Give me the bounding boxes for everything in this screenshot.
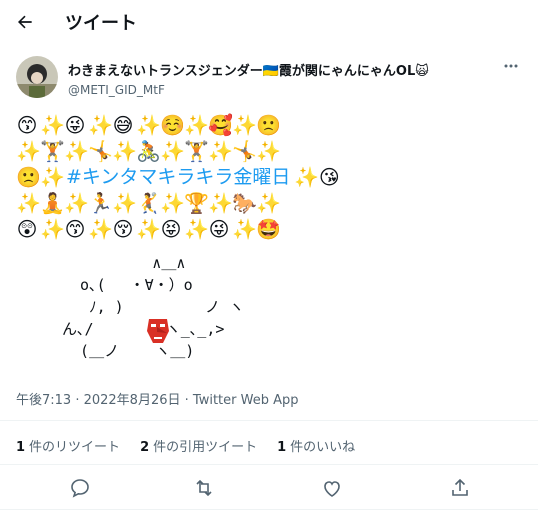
emoji: 🤸 [232, 139, 257, 163]
emoji: ✨ [256, 139, 281, 163]
divider [0, 509, 538, 510]
share-icon[interactable] [448, 476, 472, 500]
emoji: 😲 [16, 217, 38, 241]
emoji: ✨ [88, 113, 113, 137]
emoji: ✨ [184, 217, 209, 241]
emoji-row: ✨ 🏋️ ✨ 🤸 ✨ 🚴 ✨ 🏋️ ✨ 🤸 ✨ [16, 138, 346, 164]
emoji: 😘 [318, 165, 340, 189]
emoji: ✨ [160, 191, 185, 215]
emoji: ✨ [16, 139, 41, 163]
tweet-actions [0, 476, 538, 500]
tweet-meta: 午後7:13 · 2022年8月26日 · Twitter Web App [16, 393, 299, 408]
divider [0, 420, 538, 421]
emoji: 🧘 [40, 191, 65, 215]
emoji: 😝 [160, 217, 182, 241]
emoji: ✨ [112, 191, 137, 215]
emoji: 🚴 [136, 139, 161, 163]
more-options-icon[interactable] [504, 64, 518, 68]
emoji: 😜 [64, 113, 86, 137]
emoji: 🏆 [184, 191, 209, 215]
emoji: 🙁 [16, 165, 41, 189]
emoji: ✨ [208, 139, 233, 163]
emoji: ✨ [184, 113, 209, 137]
emoji: 🏋️ [184, 139, 209, 163]
emoji: 😙 [16, 113, 38, 137]
like-count-link[interactable]: 1 件のいいね [277, 436, 355, 455]
divider [0, 464, 538, 465]
emoji-row: 😲 ✨ 😙 ✨ 😚 ✨ 😝 ✨ 😜 ✨ 🤩 [16, 216, 346, 242]
source-app[interactable]: Twitter Web App [193, 393, 299, 408]
emoji: 😚 [112, 217, 134, 241]
emoji: ✨ [160, 139, 185, 163]
emoji: 🤸 [88, 139, 113, 163]
author-handle[interactable]: @METI_GID_MtF [68, 83, 492, 97]
avatar[interactable] [16, 56, 58, 98]
emoji: ✨ [40, 217, 65, 241]
emoji: 🐎 [232, 191, 257, 215]
emoji: ✨ [88, 217, 113, 241]
emoji-row: 🙁 ✨ #キンタマキラキラ金曜日 ✨ 😘 [16, 164, 346, 190]
emoji: ✨ [64, 139, 89, 163]
header: ツイート [0, 0, 538, 44]
quote-tweet-count-link[interactable]: 2 件の引用ツイート [140, 436, 257, 455]
emoji: ✨ [16, 191, 41, 215]
emoji: ✨ [136, 113, 161, 137]
emoji: ✨ [136, 217, 161, 241]
emoji: ✨ [232, 113, 257, 137]
emoji: 🥰 [208, 113, 233, 137]
emoji-row: ✨ 🧘 ✨ 🏃 ✨ 🤾 ✨ 🏆 ✨ 🐎 ✨ [16, 190, 346, 216]
back-arrow-icon[interactable] [15, 12, 35, 32]
emoji: 😅 [112, 113, 134, 137]
hashtag-link[interactable]: #キンタマキラキラ金曜日 [66, 164, 290, 190]
emoji: 🤾 [136, 191, 161, 215]
tweet-author: わきまえないトランスジェンダー🇺🇦霞が関にゃんにゃんOL🙀 @METI_GID_… [16, 56, 522, 104]
emoji: ✨ [232, 217, 257, 241]
ascii-art: ∧＿∧ o､( ・∀・）o ﾉ, ) ノ ヽ ん､/ ヽ_､_,> (＿ノ ヽ＿… [62, 254, 244, 360]
page-title: ツイート [65, 13, 137, 34]
author-display-name[interactable]: わきまえないトランスジェンダー🇺🇦霞が関にゃんにゃんOL🙀 [68, 60, 492, 79]
like-heart-icon[interactable] [320, 476, 344, 500]
emoji: 😙 [64, 217, 86, 241]
emoji: ✨ [40, 113, 65, 137]
emoji: ✨ [208, 191, 233, 215]
timestamp[interactable]: 午後7:13 · 2022年8月26日 [16, 393, 181, 408]
emoji: 🏋️ [40, 139, 65, 163]
retweet-count-link[interactable]: 1 件のリツイート [16, 436, 120, 455]
emoji: ✨ [40, 165, 65, 189]
emoji: ☺️ [160, 113, 185, 137]
retweet-icon[interactable] [192, 476, 216, 500]
emoji: 🙁 [256, 113, 281, 137]
emoji: 🏃 [88, 191, 113, 215]
emoji-row: 😙 ✨ 😜 ✨ 😅 ✨ ☺️ ✨ 🥰 ✨ 🙁 [16, 112, 346, 138]
emoji: ✨ [256, 191, 281, 215]
emoji: ✨ [294, 165, 320, 189]
tweet-body: 😙 ✨ 😜 ✨ 😅 ✨ ☺️ ✨ 🥰 ✨ 🙁 ✨ 🏋️ ✨ 🤸 ✨ 🚴 ✨ 🏋️… [16, 112, 346, 242]
tweet-stats: 1 件のリツイート 2 件の引用ツイート 1 件のいいね [16, 436, 355, 455]
tengu-mask-icon [147, 319, 169, 343]
emoji: ✨ [112, 139, 137, 163]
emoji: ✨ [64, 191, 89, 215]
emoji: 😜 [208, 217, 230, 241]
emoji: 🤩 [256, 217, 281, 241]
reply-icon[interactable] [68, 476, 92, 500]
